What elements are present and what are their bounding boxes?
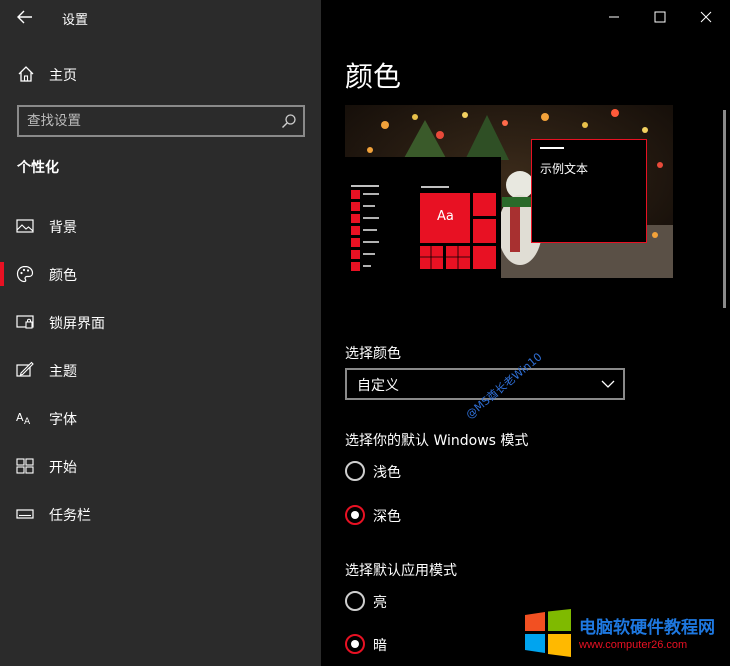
palette-icon [16, 265, 34, 283]
radio-circle [345, 634, 365, 654]
sidebar-item-themes[interactable]: 主题 [0, 350, 321, 390]
minimize-icon [609, 16, 619, 18]
minimize-button[interactable] [591, 0, 637, 34]
site-brand: 电脑软硬件教程网 www.computer26.com [523, 609, 723, 659]
maximize-button[interactable] [637, 0, 683, 34]
theme-icon [16, 361, 34, 377]
chevron-down-icon [601, 380, 615, 388]
back-arrow-icon [17, 10, 32, 24]
font-icon: A A [16, 411, 31, 427]
windows-mode-label: 选择你的默认 Windows 模式 [345, 433, 529, 449]
picture-icon [16, 219, 34, 233]
dropdown-value: 自定义 [357, 378, 399, 394]
sidebar: 设置 主页 个性化 背景 颜色 [0, 0, 321, 666]
search-box[interactable] [17, 105, 305, 137]
page-title: 颜色 [345, 60, 402, 93]
radio-label: 深色 [373, 509, 401, 525]
svg-text:A: A [16, 411, 24, 424]
sidebar-item-label: 颜色 [49, 268, 77, 284]
sidebar-item-start[interactable]: 开始 [0, 446, 321, 486]
sidebar-item-label: 字体 [49, 412, 77, 428]
brand-url: www.computer26.com [579, 639, 688, 651]
main-content: 颜色 Aa 示例文本 选择颜色 自定义 选择你的默认 Windows 模式 浅色… [321, 0, 730, 666]
sidebar-item-label: 背景 [49, 220, 77, 236]
radio-label: 浅色 [373, 465, 401, 481]
radio-windows-dark[interactable]: 深色 [345, 504, 545, 528]
preview-sample-window: 示例文本 [531, 139, 647, 243]
sidebar-item-lock-screen[interactable]: 锁屏界面 [0, 302, 321, 342]
radio-app-light[interactable]: 亮 [345, 590, 545, 614]
preview-tile-text: Aa [437, 209, 454, 224]
sidebar-item-fonts[interactable]: A A 字体 [0, 398, 321, 438]
app-mode-label: 选择默认应用模式 [345, 563, 457, 579]
home-icon [18, 66, 34, 82]
brand-name: 电脑软硬件教程网 [579, 618, 715, 638]
window-title: 设置 [62, 13, 89, 28]
close-button[interactable] [683, 0, 729, 34]
scrollbar[interactable] [723, 110, 726, 308]
close-icon [700, 11, 712, 23]
start-icon [16, 458, 34, 474]
preview-start-tiles [351, 185, 496, 271]
maximize-icon [654, 11, 666, 23]
radio-label: 暗 [373, 638, 387, 654]
sidebar-item-colors[interactable]: 颜色 [0, 254, 321, 294]
sample-text: 示例文本 [540, 162, 589, 176]
lock-screen-icon [16, 315, 34, 329]
windows-logo-icon [525, 609, 571, 657]
sidebar-item-label: 主题 [49, 364, 77, 380]
radio-windows-light[interactable]: 浅色 [345, 460, 545, 484]
selection-indicator [0, 262, 4, 286]
sidebar-item-home[interactable]: 主页 [0, 58, 321, 90]
radio-circle [345, 505, 365, 525]
radio-label: 亮 [373, 595, 387, 611]
choose-color-label: 选择颜色 [345, 346, 401, 362]
sidebar-item-label: 锁屏界面 [49, 316, 105, 332]
sidebar-item-background[interactable]: 背景 [0, 206, 321, 246]
svg-text:A: A [24, 417, 31, 427]
search-input[interactable] [27, 111, 267, 131]
sidebar-item-label: 开始 [49, 460, 77, 476]
color-preview: Aa 示例文本 [345, 105, 673, 278]
sidebar-item-label: 任务栏 [49, 508, 91, 524]
radio-app-dark[interactable]: 暗 [345, 633, 545, 657]
sidebar-item-taskbar[interactable]: 任务栏 [0, 494, 321, 534]
sample-window-titlebar [540, 147, 564, 149]
back-button[interactable] [14, 6, 36, 28]
section-title: 个性化 [17, 160, 59, 176]
radio-circle [345, 591, 365, 611]
search-icon[interactable] [281, 113, 297, 129]
taskbar-icon [16, 509, 34, 519]
radio-circle [345, 461, 365, 481]
sidebar-item-label: 主页 [49, 68, 77, 84]
